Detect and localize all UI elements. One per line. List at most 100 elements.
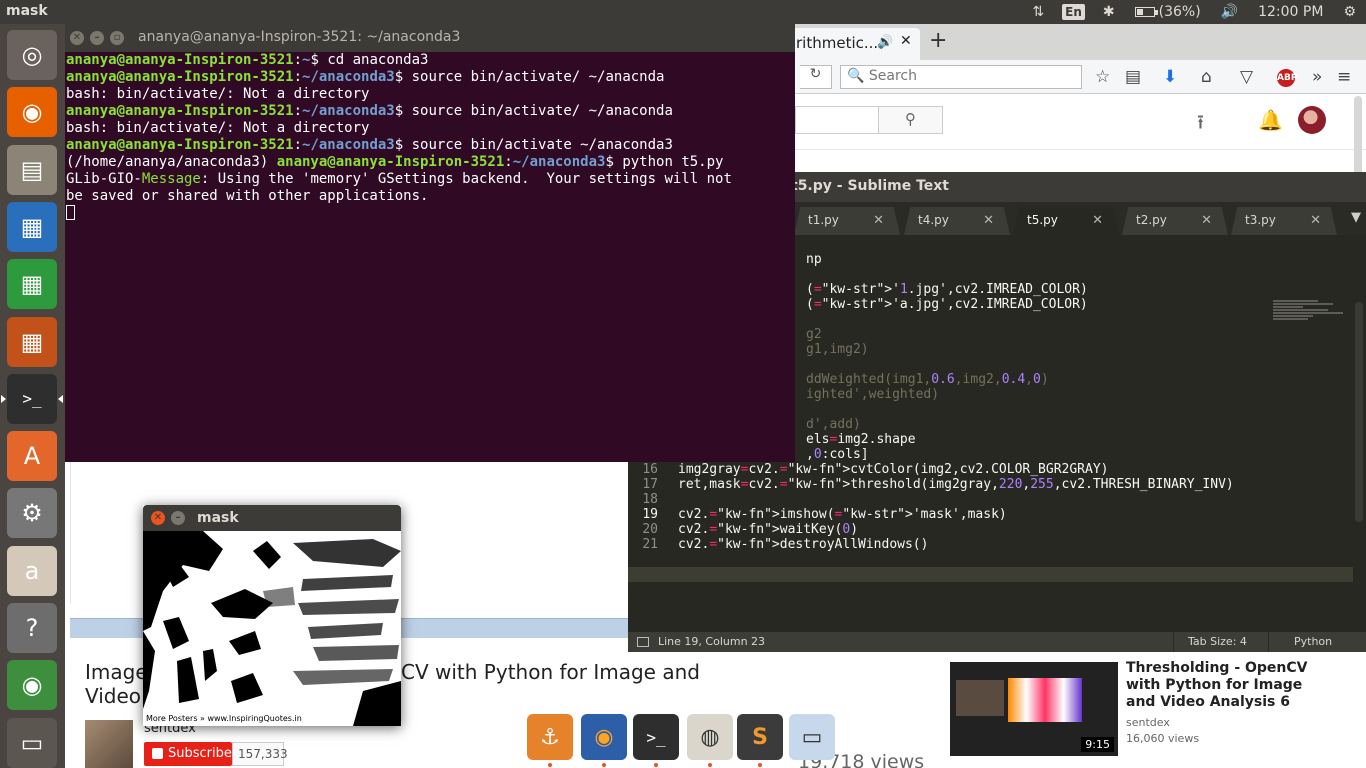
- volume-icon[interactable]: 🔊: [1211, 0, 1248, 24]
- gear-icon[interactable]: ⚙: [1333, 0, 1366, 24]
- search-input[interactable]: 🔍 Search: [840, 65, 1082, 89]
- tab-t1[interactable]: t1.py ✕: [794, 207, 900, 235]
- close-tab-icon[interactable]: ✕: [900, 33, 912, 49]
- close-tab-icon[interactable]: ✕: [1201, 213, 1212, 228]
- pocket-icon[interactable]: ▽: [1240, 67, 1253, 87]
- related-video-thumbnail[interactable]: 9:15: [950, 662, 1118, 756]
- terminal-line: ananya@ananya-Inspiron-3521:~$ cd anacon…: [66, 52, 429, 68]
- search-icon: ⚲: [905, 110, 916, 128]
- chrome-icon[interactable]: ◉: [7, 660, 57, 711]
- terminal-line: GLib-GIO-Message: Using the 'memory' GSe…: [66, 171, 732, 187]
- close-icon[interactable]: ✕: [70, 31, 84, 45]
- thumbnail-image: [1008, 678, 1082, 722]
- minimize-icon[interactable]: –: [171, 511, 185, 525]
- unity-launcher: ◎ ◉ ▤ ▦ ▦ ▦ >_ A ⚙ a? ◉ ▭: [0, 24, 65, 768]
- channel-avatar[interactable]: [85, 720, 133, 768]
- tab-t4[interactable]: t4.py ✕: [904, 207, 1010, 235]
- notifications-bell-icon[interactable]: 🔔: [1258, 108, 1283, 132]
- youtube-search-input[interactable]: [795, 106, 878, 134]
- files-icon[interactable]: ▤: [7, 144, 57, 195]
- thumbnail-panel: [956, 680, 1004, 716]
- avatar[interactable]: [1298, 106, 1326, 134]
- syntax-selector[interactable]: Python: [1294, 635, 1332, 648]
- speaker-icon[interactable]: 🔊: [877, 35, 893, 50]
- code-line: cv2.="kw-fn">destroyAllWindows(): [678, 537, 929, 552]
- line-number: 16: [642, 462, 658, 477]
- home-icon[interactable]: ⌂: [1201, 67, 1212, 87]
- minimap[interactable]: [1273, 300, 1348, 340]
- keyboard-layout-indicator[interactable]: En: [1062, 4, 1085, 20]
- tab-list-dropdown-icon[interactable]: ▼: [1351, 210, 1361, 225]
- video-duration: 9:15: [1081, 737, 1114, 752]
- image-caption: More Posters » www.InspiringQuotes.in: [146, 714, 302, 723]
- firefox-tab[interactable]: rithmetic... 🔊 ✕: [790, 28, 920, 60]
- system-settings-icon[interactable]: ⚙: [7, 488, 57, 539]
- close-icon[interactable]: ✕: [151, 511, 165, 525]
- adblock-plus-icon[interactable]: ABP: [1277, 69, 1297, 87]
- tab-t5[interactable]: t5.py ✕: [1013, 207, 1119, 235]
- help-icon[interactable]: ?: [7, 603, 57, 653]
- status-bar: Line 19, Column 23 Tab Size: 4 Python: [628, 632, 1366, 652]
- battery-indicator[interactable]: (36%): [1125, 0, 1211, 24]
- search-icon: 🔍: [847, 68, 865, 84]
- app-switcher: ⚓ ◉ >_ ◍ S ▭: [527, 714, 839, 768]
- ubuntu-dash-icon[interactable]: ◎: [7, 30, 57, 80]
- software-center-icon[interactable]: A: [7, 431, 57, 482]
- close-tab-icon[interactable]: ✕: [1310, 213, 1321, 228]
- editor-scrollbar[interactable]: [1355, 302, 1363, 522]
- tab-t2[interactable]: t2.py ✕: [1122, 207, 1228, 235]
- more-tools-icon[interactable]: »: [1312, 67, 1322, 87]
- code-line: np: [806, 252, 822, 267]
- terminal-output[interactable]: ananya@ananya-Inspiron-3521:~$ cd anacon…: [66, 52, 795, 462]
- libreoffice-calc-icon[interactable]: ▦: [7, 259, 57, 310]
- network-icon[interactable]: ⇅: [1022, 0, 1054, 24]
- current-line-highlight: [628, 567, 1353, 582]
- terminal-icon[interactable]: >_: [1, 373, 63, 424]
- related-video[interactable]: 9:15 Thresholding - OpenCV with Python f…: [935, 654, 1366, 768]
- terminal-titlebar[interactable]: ✕ – ▫ ananya@ananya-Inspiron-3521: ~/ana…: [65, 24, 795, 52]
- subscribe-button[interactable]: Subscribe: [144, 742, 232, 766]
- terminal-icon[interactable]: >_: [633, 714, 679, 760]
- anchor-icon[interactable]: ⚓: [527, 714, 573, 760]
- upload-icon[interactable]: ⭱: [1197, 108, 1204, 142]
- bookmark-star-icon[interactable]: ☆: [1095, 67, 1110, 87]
- bluetooth-icon[interactable]: ✱: [1093, 0, 1125, 24]
- libreoffice-impress-icon[interactable]: ▦: [7, 316, 57, 367]
- mask-titlebar[interactable]: ✕ – mask: [143, 505, 401, 531]
- rhythmbox-icon[interactable]: ◍: [687, 714, 733, 760]
- related-video-views: 16,060 views: [1126, 732, 1200, 745]
- terminal-line: bash: bin/activate/: Not a directory: [66, 120, 370, 136]
- terminal-line: ananya@ananya-Inspiron-3521:~/anaconda3$…: [66, 103, 673, 119]
- window-icon[interactable]: ▭: [789, 714, 835, 760]
- code-line: cv2.="kw-fn">imshow(="kw-str">'mask',mas…: [678, 507, 1007, 522]
- clock[interactable]: 12:00 PM: [1248, 0, 1333, 24]
- close-tab-icon[interactable]: ✕: [1092, 213, 1103, 228]
- tab-size[interactable]: Tab Size: 4: [1188, 635, 1247, 648]
- workspace-switcher-icon[interactable]: ▭: [7, 717, 57, 768]
- firefox-icon[interactable]: ◉: [581, 714, 627, 760]
- minimize-icon[interactable]: –: [90, 31, 104, 45]
- mask-window: ✕ – mask More Posters » www.InspiringQuo…: [143, 505, 401, 726]
- downloads-icon[interactable]: ⬇: [1163, 67, 1177, 87]
- new-tab-button[interactable]: +: [929, 28, 947, 53]
- libreoffice-writer-icon[interactable]: ▦: [7, 201, 57, 252]
- reading-list-icon[interactable]: ▤: [1125, 67, 1141, 87]
- terminal-line: bash: bin/activate/: Not a directory: [66, 86, 370, 102]
- sublime-text-icon[interactable]: S: [737, 714, 783, 760]
- maximize-icon[interactable]: ▫: [110, 31, 124, 45]
- line-number: 18: [642, 492, 658, 507]
- battery-icon: [1134, 7, 1158, 17]
- close-tab-icon[interactable]: ✕: [983, 213, 994, 228]
- youtube-search-button[interactable]: ⚲: [878, 106, 943, 134]
- amazon-icon[interactable]: a: [7, 545, 57, 596]
- code-line: (="kw-str">'a.jpg',cv2.IMREAD_COLOR): [806, 297, 1088, 312]
- related-video-title[interactable]: Thresholding - OpenCV with Python for Im…: [1126, 660, 1326, 711]
- menu-icon[interactable]: ≡: [1337, 67, 1351, 87]
- firefox-icon[interactable]: ◉: [7, 87, 57, 138]
- close-tab-icon[interactable]: ✕: [873, 213, 884, 228]
- tab-t3[interactable]: t3.py ✕: [1231, 207, 1337, 235]
- window-title: ananya@ananya-Inspiron-3521: ~/anaconda3: [138, 29, 461, 45]
- terminal-window: ✕ – ▫ ananya@ananya-Inspiron-3521: ~/ana…: [65, 24, 795, 462]
- panel-toggle-icon[interactable]: [637, 637, 649, 647]
- reload-button[interactable]: ↻: [800, 65, 832, 89]
